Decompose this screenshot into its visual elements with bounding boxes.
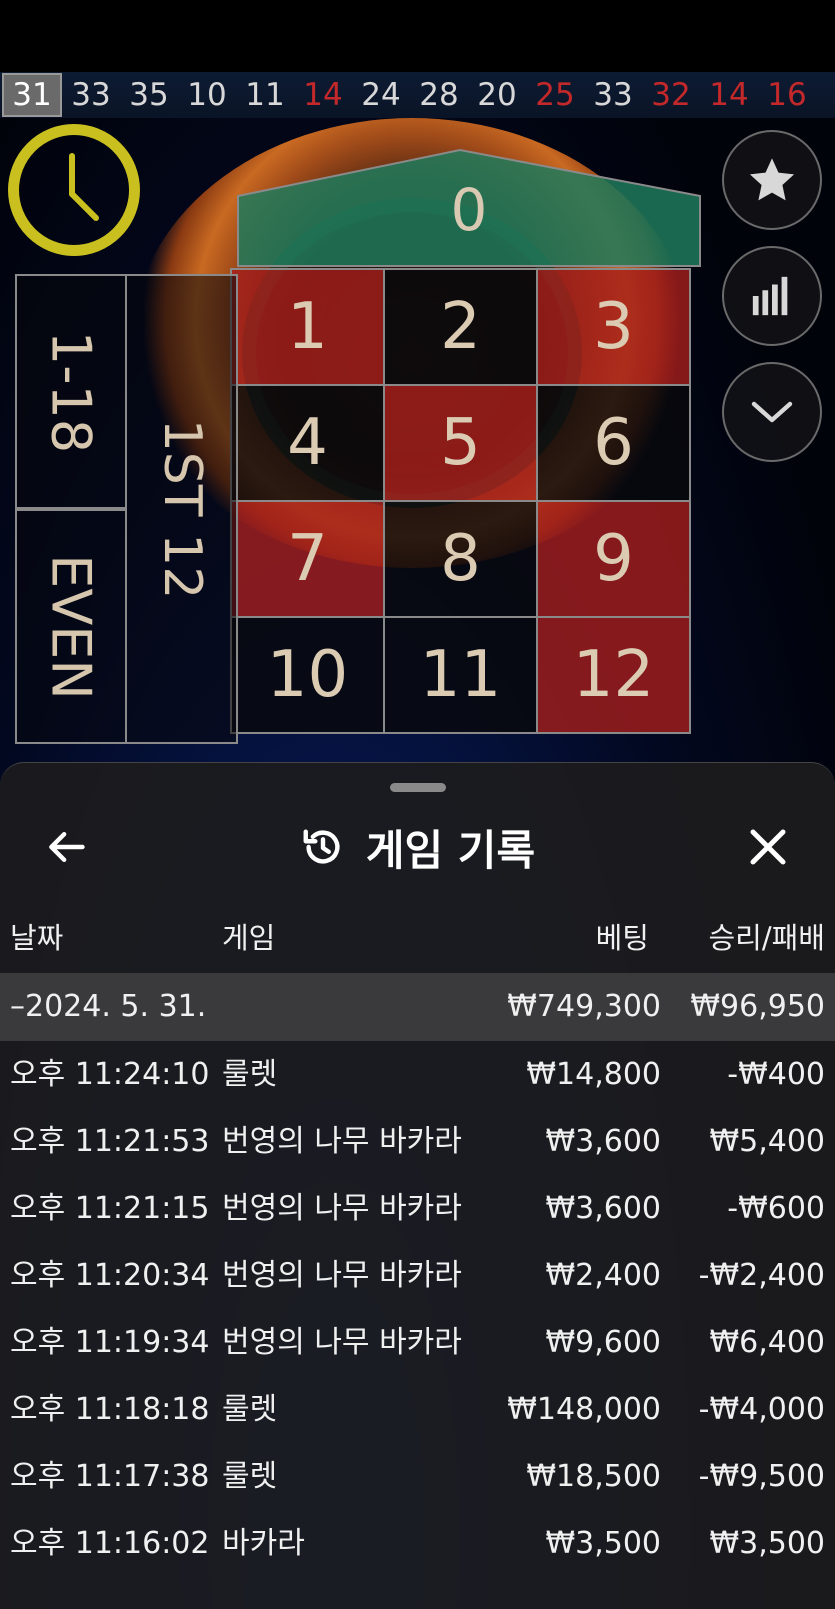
row-game: 룰렛 <box>222 1392 278 1427</box>
row-game: 번영의 나무 바카라 <box>222 1124 462 1159</box>
row-game: 번영의 나무 바카라 <box>222 1258 462 1293</box>
summary-bet: ₩749,300 <box>507 989 661 1024</box>
recent-number: 35 <box>129 77 169 113</box>
number-cell-2[interactable]: 2 <box>383 268 538 386</box>
history-row[interactable]: 오후 11:16:02 바카라 ₩3,500 ₩3,500 <box>0 1510 835 1578</box>
row-result: -₩4,000 <box>698 1392 825 1427</box>
history-row[interactable]: 오후 11:17:38 룰렛 ₩18,500 -₩9,500 <box>0 1443 835 1511</box>
close-icon <box>750 829 786 865</box>
row-game: 룰렛 <box>222 1057 278 1092</box>
history-row[interactable]: 오후 11:21:15 번영의 나무 바카라 ₩3,600 -₩600 <box>0 1175 835 1243</box>
history-row[interactable]: 오후 11:24:10 룰렛 ₩14,800 -₩400 <box>0 1041 835 1109</box>
drag-handle[interactable] <box>390 783 446 792</box>
clock-icon <box>69 153 99 221</box>
number-cell-1[interactable]: 1 <box>230 268 385 386</box>
recent-number: 28 <box>419 77 459 113</box>
game-history-sheet: 게임 기록 날짜 게임 베팅 승리/패배 –2024. 5. 31. ₩749,… <box>0 762 835 1609</box>
sheet-header: 게임 기록 <box>0 815 835 879</box>
history-row[interactable]: 오후 11:21:53 번영의 나무 바카라 ₩3,600 ₩5,400 <box>0 1108 835 1176</box>
recent-number: 33 <box>593 77 633 113</box>
number-cell-4[interactable]: 4 <box>230 384 385 502</box>
recent-number: 11 <box>245 77 285 113</box>
first-dozen-label: 1ST 12 <box>151 418 212 600</box>
row-bet: ₩18,500 <box>526 1459 661 1494</box>
column-game: 게임 <box>222 921 276 955</box>
date-summary-row[interactable]: –2024. 5. 31. ₩749,300 ₩96,950 <box>0 973 835 1041</box>
number-cell-12[interactable]: 12 <box>536 616 691 734</box>
column-result: 승리/패배 <box>708 921 826 955</box>
recent-number: 25 <box>535 77 575 113</box>
row-time: 오후 11:21:53 <box>10 1124 210 1159</box>
collapse-button[interactable] <box>722 362 822 462</box>
column-date: 날짜 <box>10 921 64 955</box>
number-cell-10[interactable]: 10 <box>230 616 385 734</box>
row-time: 오후 11:21:15 <box>10 1191 210 1226</box>
low-bet-label: 1-18 <box>39 330 103 453</box>
row-time: 오후 11:17:38 <box>10 1459 210 1494</box>
even-bet-cell[interactable]: EVEN <box>15 509 127 744</box>
even-bet-label: EVEN <box>39 553 103 700</box>
recent-number: 20 <box>477 77 517 113</box>
low-bet-cell[interactable]: 1-18 <box>15 274 127 509</box>
recent-number: 14 <box>709 77 749 113</box>
row-result: -₩400 <box>727 1057 825 1092</box>
favorites-button[interactable] <box>722 130 822 230</box>
history-row[interactable]: 오후 11:20:34 번영의 나무 바카라 ₩2,400 -₩2,400 <box>0 1242 835 1310</box>
history-row[interactable]: 오후 11:18:18 룰렛 ₩148,000 -₩4,000 <box>0 1376 835 1444</box>
number-cell-3[interactable]: 3 <box>536 268 691 386</box>
row-time: 오후 11:20:34 <box>10 1258 210 1293</box>
number-cell-6[interactable]: 6 <box>536 384 691 502</box>
number-cell-8[interactable]: 8 <box>383 500 538 618</box>
row-time: 오후 11:19:34 <box>10 1325 210 1360</box>
row-result: -₩600 <box>727 1191 825 1226</box>
number-cell-5[interactable]: 5 <box>383 384 538 502</box>
row-bet: ₩9,600 <box>545 1325 661 1360</box>
recent-number-current: 31 <box>2 73 62 117</box>
recent-number: 24 <box>361 77 401 113</box>
history-row[interactable]: 오후 11:19:34 번영의 나무 바카라 ₩9,600 ₩6,400 <box>0 1309 835 1377</box>
row-game: 바카라 <box>222 1526 305 1561</box>
recent-number: 33 <box>71 77 111 113</box>
row-bet: ₩3,500 <box>545 1526 661 1561</box>
row-bet: ₩3,600 <box>545 1191 661 1226</box>
row-game: 번영의 나무 바카라 <box>222 1325 462 1360</box>
status-bar <box>0 0 835 72</box>
number-cell-11[interactable]: 11 <box>383 616 538 734</box>
bar-chart-icon <box>752 276 788 316</box>
row-bet: ₩2,400 <box>545 1258 661 1293</box>
row-result: ₩5,400 <box>709 1124 825 1159</box>
row-game: 룰렛 <box>222 1459 278 1494</box>
recent-number: 16 <box>767 77 807 113</box>
statistics-button[interactable] <box>722 246 822 346</box>
column-bet: 베팅 <box>595 921 649 955</box>
first-dozen-cell[interactable]: 1ST 12 <box>125 274 238 744</box>
row-result: ₩3,500 <box>709 1526 825 1561</box>
row-result: ₩6,400 <box>709 1325 825 1360</box>
row-result: -₩9,500 <box>698 1459 825 1494</box>
chevron-down-icon <box>751 401 793 423</box>
recent-number: 32 <box>651 77 691 113</box>
summary-result: ₩96,950 <box>690 989 825 1024</box>
close-button[interactable] <box>738 817 798 877</box>
summary-date: –2024. 5. 31. <box>10 989 207 1024</box>
sheet-title: 게임 기록 <box>365 825 536 875</box>
history-icon <box>303 829 340 864</box>
row-time: 오후 11:16:02 <box>10 1526 210 1561</box>
row-time: 오후 11:18:18 <box>10 1392 210 1427</box>
recent-number: 10 <box>187 77 227 113</box>
zero-label: 0 <box>450 176 488 244</box>
recent-number: 14 <box>303 77 343 113</box>
star-icon <box>749 158 795 201</box>
recent-numbers-strip: 31 33 35 10 11 14 24 28 20 25 33 32 14 16 <box>0 72 835 118</box>
row-bet: ₩3,600 <box>545 1124 661 1159</box>
row-time: 오후 11:24:10 <box>10 1057 210 1092</box>
number-cell-9[interactable]: 9 <box>536 500 691 618</box>
row-bet: ₩14,800 <box>526 1057 661 1092</box>
row-result: -₩2,400 <box>698 1258 825 1293</box>
row-game: 번영의 나무 바카라 <box>222 1191 462 1226</box>
row-bet: ₩148,000 <box>507 1392 661 1427</box>
number-cell-7[interactable]: 7 <box>230 500 385 618</box>
